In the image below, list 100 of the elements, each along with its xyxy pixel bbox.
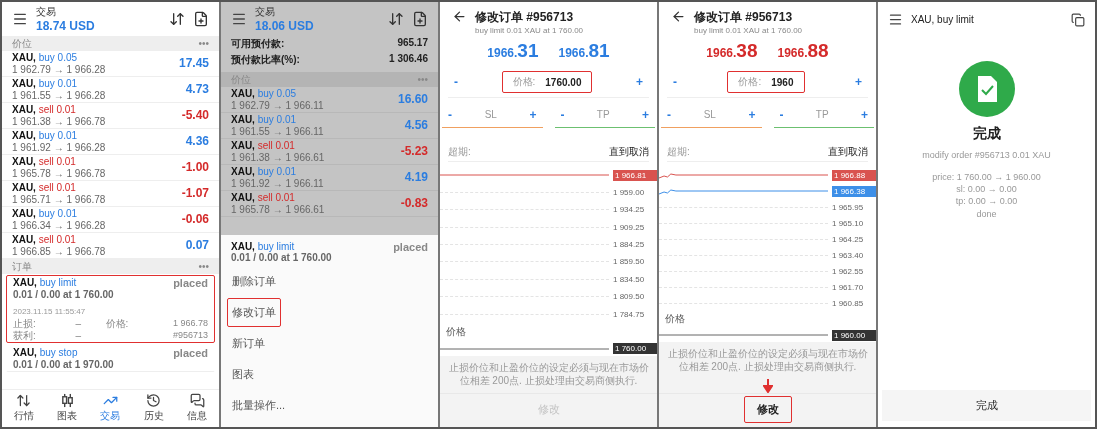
position-title: XAU, sell 0.01 <box>12 182 77 194</box>
position-title: XAU, sell 0.01 <box>231 140 296 152</box>
profit-value: -5.23 <box>400 144 428 159</box>
price-change: 1 961.55 → 1 966.11 <box>231 125 324 137</box>
nav-tab[interactable]: 行情 <box>13 393 34 427</box>
price-tag: 1 760.00 <box>613 343 657 355</box>
plus-button[interactable]: + <box>854 107 874 122</box>
axis-label: 1 909.25 <box>613 222 646 232</box>
messages-icon <box>189 393 205 408</box>
minus-button[interactable]: - <box>442 107 458 122</box>
screen-title: 修改订单 #956713 <box>475 9 575 26</box>
menu-item[interactable]: 修改订单 <box>227 298 281 327</box>
price-field[interactable]: 价格: 1960 <box>727 71 805 93</box>
ticket-number: #956713 <box>171 329 208 342</box>
profit-value: 4.73 <box>185 82 209 97</box>
profit-value: -0.83 <box>400 196 428 211</box>
quote-price: 1966.81 <box>558 40 610 62</box>
nav-tab[interactable]: 交易 <box>100 393 121 427</box>
field-label: SL <box>484 109 497 120</box>
level-field[interactable]: - TP + <box>554 102 655 128</box>
done-button[interactable]: 完成 <box>882 390 1091 421</box>
plus-button[interactable]: + <box>635 107 655 122</box>
success-icon <box>958 61 1015 117</box>
position-row[interactable]: XAU, sell 0.01 1 961.38 → 1 966.78 -5.40 <box>2 103 219 129</box>
minus-button[interactable]: - <box>773 107 790 122</box>
hint-text: 止损价位和止盈价位的设定必须与现在市场价位相差 200点. 止损处理由交易商侧执行. <box>659 342 876 379</box>
new-order-icon[interactable] <box>412 11 428 27</box>
screen-title: 交易 <box>255 5 276 19</box>
result-line: done <box>976 207 997 220</box>
position-row[interactable]: XAU, sell 0.01 1 961.38 → 1 966.61 -5.23 <box>221 139 438 165</box>
position-row[interactable]: XAU, buy 0.01 1 961.92 → 1 966.11 4.19 <box>221 165 438 191</box>
level-field[interactable]: - SL + <box>661 102 762 128</box>
position-row[interactable]: XAU, sell 0.01 1 965.78 → 1 966.78 -1.00 <box>2 155 219 181</box>
axis-label: 1 962.55 <box>832 266 865 276</box>
price-field[interactable]: 价格: 1760.00 <box>501 71 593 93</box>
order-status: placed <box>173 277 208 290</box>
new-order-icon[interactable] <box>193 11 209 27</box>
position-row[interactable]: XAU, sell 0.01 1 965.71 → 1 966.78 -1.07 <box>2 181 219 207</box>
position-row[interactable]: XAU, sell 0.01 1 965.78 → 1 966.61 -0.83 <box>221 191 438 217</box>
result-line: price: 1 760.00 → 1 960.00 <box>932 171 1041 184</box>
nav-tab[interactable]: 图表 <box>57 393 78 427</box>
menu-item[interactable]: 删除订单 <box>227 267 281 296</box>
profit-value: -1.00 <box>181 160 209 175</box>
level-field[interactable]: - SL + <box>442 102 543 128</box>
back-icon[interactable] <box>452 9 467 24</box>
order-title: XAU, buy stop <box>13 347 79 359</box>
field-label: TP <box>815 109 829 120</box>
minus-button[interactable]: - <box>661 107 677 122</box>
axis-label: 1 959.00 <box>613 187 646 197</box>
expiry-field[interactable]: 超期: 直到取消 <box>667 142 868 162</box>
price-change: 1 961.38 → 1 966.78 <box>12 115 106 127</box>
price-change: 1 961.55 → 1 966.28 <box>12 89 106 101</box>
order-detail: 0.01 / 0.00 at 1 760.00 <box>13 288 114 300</box>
nav-tab[interactable]: 信息 <box>187 393 208 427</box>
sort-icon[interactable] <box>169 11 185 27</box>
menu-icon[interactable] <box>888 12 903 27</box>
axis-label: 1 784.75 <box>613 309 646 319</box>
hint-text: 止损价位和止盈价位的设定必须与现在市场价位相差 200点. 止损处理由交易商侧执行. <box>440 356 657 393</box>
minus-button[interactable]: - <box>448 75 464 89</box>
position-row[interactable]: XAU, buy 0.01 1 961.92 → 1 966.28 4.36 <box>2 129 219 155</box>
menu-item[interactable]: 图表 <box>227 360 259 389</box>
position-row[interactable]: XAU, buy 0.05 1 962.79 → 1 966.11 16.60 <box>221 87 438 113</box>
position-row[interactable]: XAU, buy 0.05 1 962.79 → 1 966.28 17.45 <box>2 51 219 77</box>
level-field[interactable]: - TP + <box>773 102 874 128</box>
menu-item[interactable]: 批量操作... <box>227 391 291 420</box>
position-row[interactable]: XAU, buy 0.01 1 961.55 → 1 966.11 4.56 <box>221 113 438 139</box>
position-row[interactable]: XAU, buy 0.01 1 961.55 → 1 966.28 4.73 <box>2 77 219 103</box>
field-value: 1 966.78 <box>171 318 208 330</box>
minus-button[interactable]: - <box>554 107 571 122</box>
profit-value: 16.60 <box>397 92 428 107</box>
expiry-field[interactable]: 超期: 直到取消 <box>448 142 649 162</box>
plus-button[interactable]: + <box>742 107 762 122</box>
price-change: 1 962.79 → 1 966.28 <box>12 63 106 75</box>
position-title: XAU, buy 0.01 <box>231 166 298 178</box>
axis-label: 1 960.85 <box>832 298 865 308</box>
screen-title: XAU, buy limit <box>911 14 975 25</box>
result-line: sl: 0.00 → 0.00 <box>956 183 1017 196</box>
modify-button[interactable]: 修改 <box>743 396 792 423</box>
copy-icon[interactable] <box>1071 12 1085 27</box>
plus-button[interactable]: + <box>523 107 543 122</box>
position-row[interactable]: XAU, buy 0.01 1 966.34 → 1 966.28 -0.06 <box>2 207 219 233</box>
axis-label: 1 884.25 <box>613 240 646 250</box>
back-icon[interactable] <box>671 9 686 24</box>
minus-button[interactable]: - <box>667 75 683 89</box>
profit-value: 0.07 <box>185 238 209 253</box>
profit-value: 4.56 <box>404 118 428 133</box>
account-label: 可用预付款: <box>231 37 285 51</box>
profit-value: 4.19 <box>404 170 428 185</box>
position-title: XAU, buy 0.01 <box>231 114 298 126</box>
order-row[interactable]: XAU, buy stop 0.01 / 0.00 at 1 970.00 placed <box>6 345 215 373</box>
position-title: XAU, sell 0.01 <box>12 156 77 168</box>
menu-icon[interactable] <box>12 11 28 27</box>
field-label: TP <box>596 109 610 120</box>
nav-tab[interactable]: 历史 <box>143 393 164 427</box>
plus-button[interactable]: + <box>848 75 868 89</box>
order-row[interactable]: XAU, buy limit 0.01 / 0.00 at 1 760.00 placed 2023.11.15 11:55:47 止损: – 价格: 1 966.78 获利: – #956713 <box>6 275 215 344</box>
menu-item[interactable]: 新订单 <box>227 329 270 358</box>
plus-button[interactable]: + <box>629 75 649 89</box>
sort-icon[interactable] <box>388 11 404 27</box>
menu-icon[interactable] <box>231 11 247 27</box>
